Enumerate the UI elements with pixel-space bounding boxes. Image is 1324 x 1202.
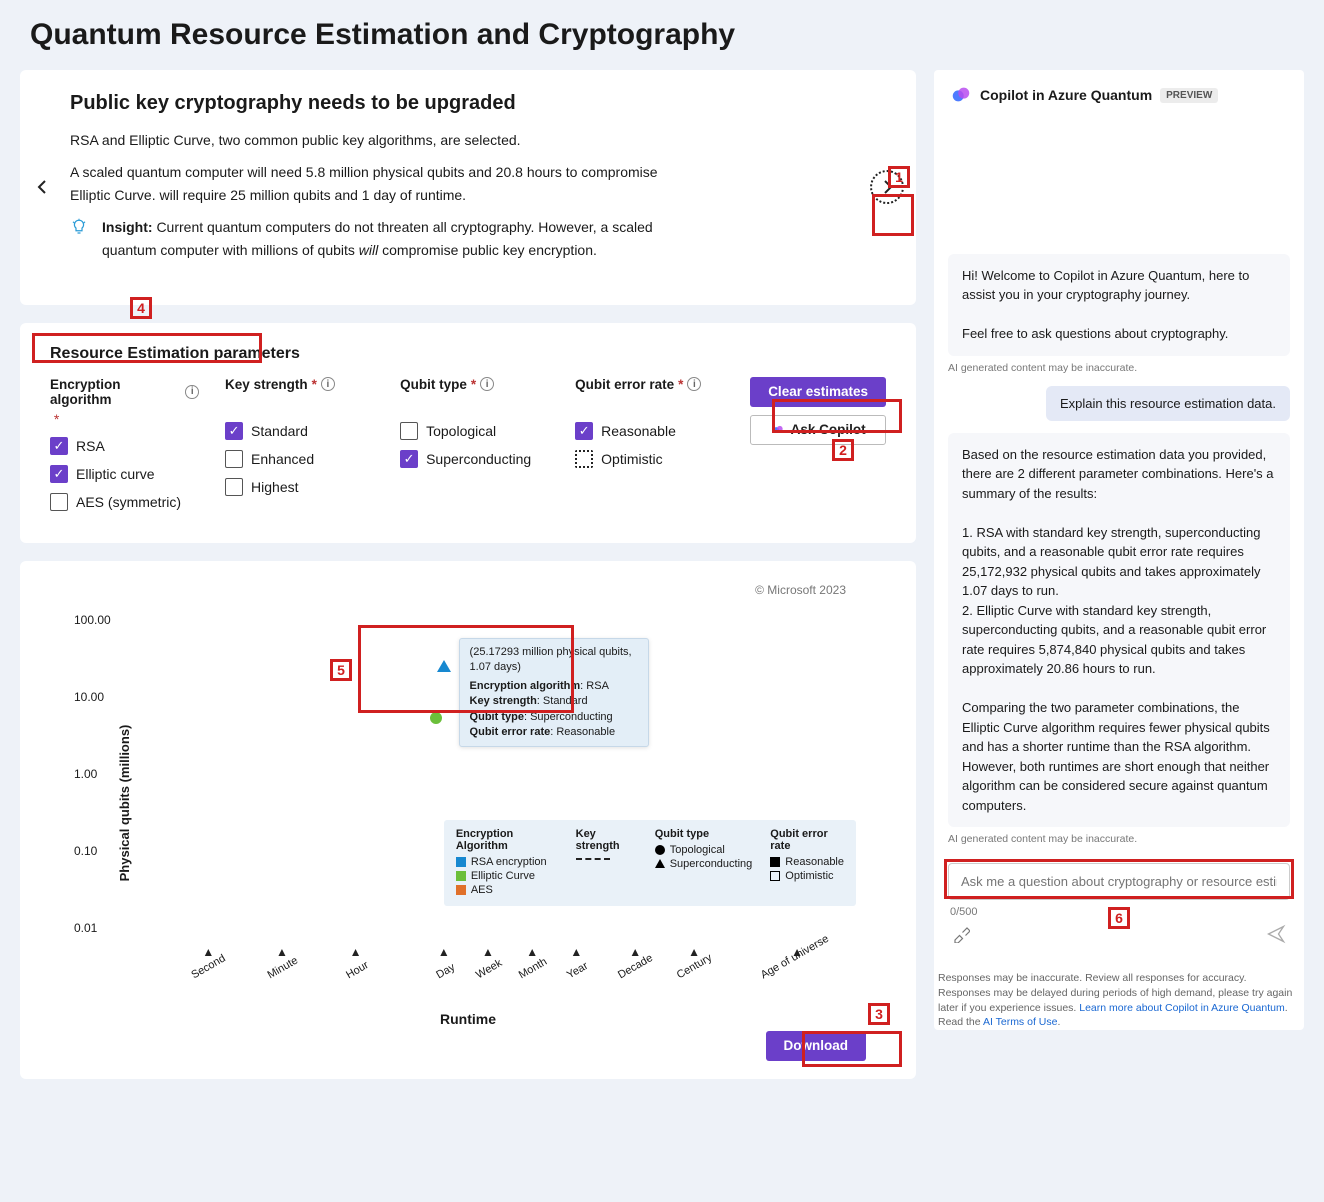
chevron-left-icon xyxy=(35,179,51,195)
param-group-qubit-type: Qubit type * i Topological Superconducti… xyxy=(400,377,549,478)
parameters-panel: Resource Estimation parameters Encryptio… xyxy=(20,323,916,543)
checkbox-optimistic[interactable]: Optimistic xyxy=(575,450,724,468)
char-counter: 0/500 xyxy=(948,900,1290,924)
insight-text: Insight: Current quantum computers do no… xyxy=(102,216,702,261)
carousel-heading: Public key cryptography needs to be upgr… xyxy=(70,92,856,115)
chart-tooltip: (25.17293 million physical qubits, 1.07 … xyxy=(459,638,649,747)
lightbulb-icon xyxy=(70,218,88,271)
checkbox-enhanced[interactable]: Enhanced xyxy=(225,450,374,468)
info-icon[interactable]: i xyxy=(185,385,199,399)
checkbox-standard[interactable]: Standard xyxy=(225,422,374,440)
checkbox-highest[interactable]: Highest xyxy=(225,478,374,496)
param-group-key-strength: Key strength * i Standard Enhanced Highe… xyxy=(225,377,374,506)
ask-copilot-button[interactable]: Ask Copilot xyxy=(750,415,886,445)
user-message: Explain this resource estimation data. xyxy=(1046,386,1290,421)
param-group-algorithm: Encryption algorithm i * RSA Elliptic cu… xyxy=(50,377,199,521)
carousel-next-button[interactable] xyxy=(870,170,904,204)
checkbox-aes[interactable]: AES (symmetric) xyxy=(50,493,199,511)
checkbox-topological[interactable]: Topological xyxy=(400,422,549,440)
chart-x-axis-label: Runtime xyxy=(50,1011,886,1027)
page-title: Quantum Resource Estimation and Cryptogr… xyxy=(20,0,1304,70)
insight-carousel: Public key cryptography needs to be upgr… xyxy=(20,70,916,305)
preview-badge: PREVIEW xyxy=(1160,88,1218,103)
copilot-input[interactable] xyxy=(948,863,1290,900)
parameters-title: Resource Estimation parameters xyxy=(50,345,886,363)
data-point-elliptic[interactable] xyxy=(430,712,442,724)
checkbox-superconducting[interactable]: Superconducting xyxy=(400,450,549,468)
chevron-right-icon xyxy=(879,179,895,195)
copilot-footer-disclaimer: Responses may be inaccurate. Review all … xyxy=(934,967,1304,1030)
scatter-chart[interactable]: Physical qubits (millions) 100.00 10.00 … xyxy=(50,603,886,1003)
ai-terms-link[interactable]: AI Terms of Use xyxy=(983,1016,1058,1028)
info-icon[interactable]: i xyxy=(480,377,494,391)
checkbox-rsa[interactable]: RSA xyxy=(50,437,199,455)
carousel-line2: A scaled quantum computer will need 5.8 … xyxy=(70,161,670,206)
ai-disclaimer-inline: AI generated content may be inaccurate. xyxy=(948,833,1290,845)
copilot-panel: Copilot in Azure Quantum PREVIEW Hi! Wel… xyxy=(934,70,1304,1030)
estimation-chart-panel: © Microsoft 2023 Physical qubits (millio… xyxy=(20,561,916,1079)
assistant-message: Hi! Welcome to Copilot in Azure Quantum,… xyxy=(948,254,1290,356)
data-point-rsa[interactable] xyxy=(437,660,451,672)
carousel-line1: RSA and Elliptic Curve, two common publi… xyxy=(70,129,670,151)
ai-disclaimer-inline: AI generated content may be inaccurate. xyxy=(948,362,1290,374)
carousel-prev-button[interactable] xyxy=(26,170,60,204)
download-button[interactable]: Download xyxy=(766,1031,867,1061)
chat-thread[interactable]: Hi! Welcome to Copilot in Azure Quantum,… xyxy=(934,120,1304,853)
param-group-qubit-error: Qubit error rate * i Reasonable Optimist… xyxy=(575,377,724,478)
info-icon[interactable]: i xyxy=(321,377,335,391)
copilot-title: Copilot in Azure Quantum xyxy=(980,87,1152,103)
chart-copyright: © Microsoft 2023 xyxy=(50,583,886,597)
checkbox-reasonable[interactable]: Reasonable xyxy=(575,422,724,440)
copilot-logo-icon xyxy=(950,84,972,106)
assistant-message: Based on the resource estimation data yo… xyxy=(948,433,1290,828)
send-icon[interactable] xyxy=(1266,924,1286,947)
learn-more-link[interactable]: Learn more about Copilot in Azure Quantu… xyxy=(1079,1002,1284,1014)
chart-legend: Encryption Algorithm RSA encryption Elli… xyxy=(444,820,856,906)
info-icon[interactable]: i xyxy=(687,377,701,391)
clear-chat-icon[interactable] xyxy=(952,925,970,946)
checkbox-elliptic-curve[interactable]: Elliptic curve xyxy=(50,465,199,483)
clear-estimates-button[interactable]: Clear estimates xyxy=(750,377,886,407)
copilot-icon xyxy=(771,423,785,437)
